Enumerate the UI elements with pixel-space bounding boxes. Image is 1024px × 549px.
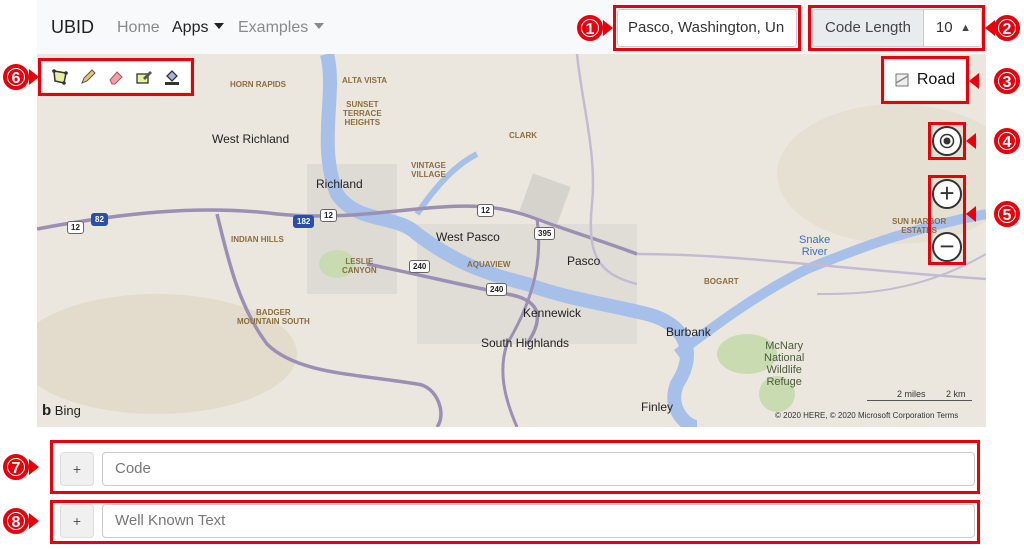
map-label-burbank: Burbank (666, 325, 711, 339)
callout-badge-7: 7 (3, 454, 29, 480)
highway-shield: 182 (293, 215, 315, 228)
map-canvas (37, 54, 986, 427)
callout-box-6 (38, 58, 194, 96)
callout-badge-1: 1 (577, 15, 603, 41)
map-label-mcnary: McNary National Wildlife Refuge (764, 340, 805, 388)
callout-arrow (29, 459, 39, 475)
bing-logo: b Bing (42, 402, 81, 419)
map-label-bogart: BOGART (704, 277, 739, 286)
callout-badge-2: 2 (994, 15, 1020, 41)
map-label-sunset: SUNSET TERRACE HEIGHTS (343, 100, 382, 127)
callout-badge-5: 5 (994, 201, 1020, 227)
callout-arrow (969, 73, 979, 89)
map-view[interactable]: West Richland Richland West Pasco Pasco … (37, 54, 986, 427)
map-label-finley: Finley (641, 400, 674, 414)
nav-apps-label: Apps (172, 19, 209, 36)
map-label-indian-hills: INDIAN HILLS (231, 235, 284, 244)
map-copyright: © 2020 HERE, © 2020 Microsoft Corporatio… (775, 411, 959, 420)
callout-box-1 (613, 5, 801, 51)
callout-box-5 (928, 175, 966, 265)
map-label-leslie: LESLIE CANYON (342, 257, 377, 275)
highway-shield: 240 (486, 283, 508, 296)
chevron-down-icon (214, 22, 225, 29)
nav-examples-menu[interactable]: Examples (238, 19, 325, 37)
map-label-aquaview: AQUAVIEW (467, 260, 511, 269)
brand-logo[interactable]: UBID (51, 17, 94, 38)
map-label-badger: BADGER MOUNTAIN SOUTH (237, 308, 310, 326)
map-label-snake-river: Snake River (799, 234, 831, 258)
callout-arrow (603, 20, 613, 36)
callout-box-8 (50, 500, 980, 544)
map-label-pasco: Pasco (567, 254, 601, 268)
callout-badge-3: 3 (994, 68, 1020, 94)
callout-box-4 (928, 122, 966, 160)
bing-label: Bing (54, 403, 81, 418)
highway-shield: 82 (91, 213, 108, 226)
callout-arrow (966, 133, 976, 149)
map-label-clark: CLARK (509, 131, 537, 140)
callout-badge-4: 4 (994, 128, 1020, 154)
callout-box-2 (808, 5, 985, 51)
nav-examples-label: Examples (238, 19, 309, 36)
highway-shield: 12 (67, 221, 84, 234)
callout-arrow (985, 20, 995, 36)
callout-box-7 (50, 440, 980, 494)
scale-km: 2 km (946, 389, 966, 399)
map-label-kennewick: Kennewick (523, 306, 582, 320)
callout-arrow (29, 513, 39, 529)
callout-arrow (29, 69, 39, 85)
highway-shield: 12 (320, 209, 337, 222)
callout-box-3 (881, 56, 969, 104)
map-label-alta-vista: ALTA VISTA (342, 76, 388, 85)
callout-arrow (966, 206, 976, 222)
highway-shield: 395 (534, 227, 556, 240)
map-scale: 2 miles 2 km (867, 389, 972, 401)
map-label-west-richland: West Richland (212, 132, 290, 146)
map-label-south-highlands: South Highlands (481, 336, 570, 350)
map-label-vintage: VINTAGE VILLAGE (411, 161, 446, 179)
map-label-west-pasco: West Pasco (436, 230, 500, 244)
map-label-horn-rapids: HORN RAPIDS (230, 80, 287, 89)
callout-badge-8: 8 (3, 508, 29, 534)
highway-shield: 240 (409, 260, 431, 273)
map-label-richland: Richland (316, 177, 363, 191)
highway-shield: 12 (477, 204, 494, 217)
nav-apps-menu[interactable]: Apps (172, 19, 225, 37)
nav-home-link[interactable]: Home (117, 19, 160, 37)
chevron-down-icon (314, 22, 325, 29)
scale-miles: 2 miles (897, 389, 926, 399)
callout-badge-6: 6 (3, 64, 29, 90)
